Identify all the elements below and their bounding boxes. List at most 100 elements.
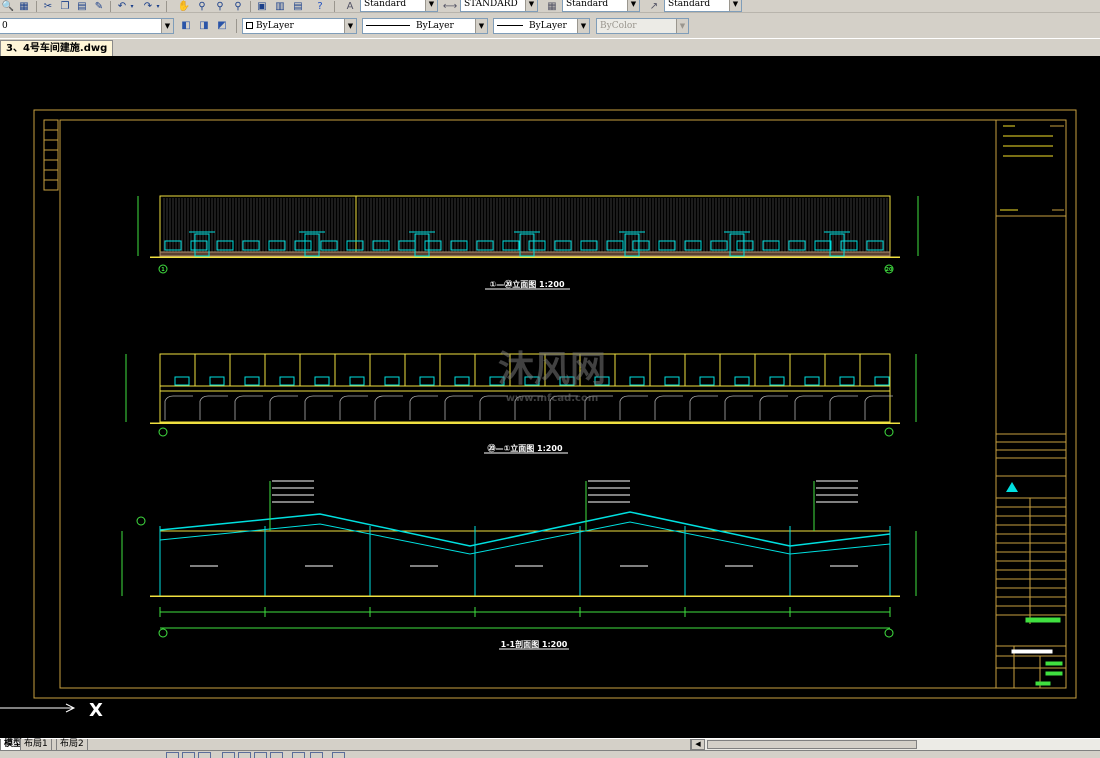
elevation-1-window (190, 240, 208, 251)
document-tab[interactable]: 3、4号车间建施.dwg (0, 40, 114, 57)
copy-icon[interactable]: ❐ (57, 0, 73, 12)
text-style-select[interactable]: Standard ▼ (360, 0, 438, 12)
otrack-toggle[interactable] (254, 752, 267, 758)
layers-properties-toolbar: 0 ▼ ◧ ◨ ◩ ByLayer ▼ ByLayer ▼ ByLayer ▼ … (0, 14, 1100, 38)
table-style-value: Standard (566, 0, 609, 9)
paste-icon[interactable]: ▤ (74, 0, 90, 12)
elevation-2-window (629, 376, 645, 386)
chevron-down-icon[interactable]: ▼ (577, 19, 589, 33)
elevation-2-window (209, 376, 225, 386)
pan-icon[interactable]: ✋ (176, 0, 192, 12)
elevation-2-window (419, 376, 435, 386)
chevron-down-icon[interactable]: ▼ (161, 19, 173, 33)
grid-toggle[interactable] (182, 752, 195, 758)
text-style-icon: A (346, 0, 354, 12)
help-icon[interactable]: ? (312, 0, 328, 12)
chevron-down-icon[interactable]: ▼ (344, 19, 356, 33)
color-select[interactable]: ByLayer ▼ (242, 18, 357, 34)
properties-icon[interactable]: ▣ (254, 0, 270, 12)
elevation-2-window (314, 376, 330, 386)
scroll-left-icon[interactable]: ◀ (691, 739, 705, 750)
dimension-style-icon: ⟷ (442, 0, 458, 12)
dimension-style-select[interactable]: STANDARD ▼ (460, 0, 538, 12)
multileader-style-select[interactable]: Standard ▼ (664, 0, 742, 12)
level-marker-icon (136, 516, 146, 526)
elevation-2-window (174, 376, 190, 386)
elevation-2-window (769, 376, 785, 386)
elevation-2-window (349, 376, 365, 386)
elevation-1-window (450, 240, 468, 251)
design-center-icon[interactable]: ▥ (272, 0, 288, 12)
elevation-2-door-frame (724, 395, 753, 420)
toolbar-separator (166, 1, 167, 12)
multileader-style-value: Standard (668, 0, 711, 9)
layer-states-icon[interactable]: ◩ (214, 19, 230, 31)
scroll-thumb[interactable] (707, 740, 917, 749)
axis-label-start: 1 (161, 267, 165, 273)
snap-toggle[interactable] (166, 752, 179, 758)
axis-bubble-start (884, 427, 894, 437)
elevation-1-window (684, 240, 702, 251)
layer-select[interactable]: 0 ▼ (0, 18, 174, 34)
chevron-down-icon[interactable]: ▼ (729, 0, 741, 11)
lwt-toggle[interactable] (310, 752, 323, 758)
elevation-2-door-frame (304, 395, 333, 420)
elevation-2-window (839, 376, 855, 386)
linetype-sample (366, 25, 410, 26)
toolbar-separator (236, 19, 237, 33)
elevation-2-door-frame (199, 395, 228, 420)
axis-bubble-start (158, 628, 168, 638)
zoom-icon[interactable]: 🔍 (0, 0, 16, 12)
make-object-layer-current-icon[interactable]: ◧ (178, 19, 194, 31)
drawing-canvas[interactable]: 1 20 ①—⑳立面图 1:200 ⑳—①立面图 1:200 沐风网 www.mfcad.… (0, 56, 1100, 738)
osnap-toggle[interactable] (238, 752, 251, 758)
status-bar (0, 750, 1100, 758)
ortho-toggle[interactable] (198, 752, 211, 758)
undo-dropdown-icon[interactable]: ▾ (128, 0, 136, 12)
zoom-previous-icon[interactable]: ⚲ (230, 0, 246, 12)
zoom-window-icon[interactable]: ⚲ (212, 0, 228, 12)
elevation-2-window (244, 376, 260, 386)
elevation-1-window (268, 240, 286, 251)
zoom-realtime-icon[interactable]: ⚲ (194, 0, 210, 12)
chevron-down-icon[interactable]: ▼ (475, 19, 487, 33)
elevation-1-window (424, 240, 442, 251)
axis-bubble-end (884, 628, 894, 638)
layer-value: 0 (2, 21, 8, 31)
chevron-down-icon[interactable]: ▼ (627, 0, 639, 11)
elevation-2-door-frame (654, 395, 683, 420)
qp-toggle[interactable] (332, 752, 345, 758)
color-swatch-icon (246, 22, 253, 29)
elevation-2-window (734, 376, 750, 386)
linetype-select[interactable]: ByLayer ▼ (362, 18, 488, 34)
dyn-toggle[interactable] (292, 752, 305, 758)
toolbar-separator (110, 1, 111, 12)
redo-dropdown-icon[interactable]: ▾ (154, 0, 162, 12)
elevation-2-window (279, 376, 295, 386)
axis-label-end: 20 (886, 267, 893, 273)
elevation-2-door-frame (759, 395, 788, 420)
title-block-green-bar (1035, 681, 1051, 686)
print-icon[interactable]: ▦ (16, 0, 32, 12)
elevation-1-window (346, 240, 364, 251)
layout-tab-bar: 模型 布局1 布局2 ◀ (0, 738, 1100, 751)
cut-icon[interactable]: ✂ (40, 0, 56, 12)
elevation-1-window (528, 240, 546, 251)
layer-previous-icon[interactable]: ◨ (196, 19, 212, 31)
elevation-2-door-frame (829, 395, 858, 420)
elevation-2-door-frame (864, 395, 893, 420)
polar-toggle[interactable] (222, 752, 235, 758)
match-properties-icon[interactable]: ✎ (91, 0, 107, 12)
elevation-2-door-frame (619, 395, 648, 420)
elevation-1-window (736, 240, 754, 251)
ducs-toggle[interactable] (270, 752, 283, 758)
toolbar-separator (334, 1, 335, 12)
chevron-down-icon[interactable]: ▼ (525, 0, 537, 11)
chevron-down-icon[interactable]: ▼ (425, 0, 437, 11)
tool-palettes-icon[interactable]: ▤ (290, 0, 306, 12)
table-style-select[interactable]: Standard ▼ (562, 0, 640, 12)
color-value: ByLayer (256, 21, 294, 31)
lineweight-select[interactable]: ByLayer ▼ (493, 18, 590, 34)
linetype-value: ByLayer (416, 21, 454, 31)
elevation-1-window (294, 240, 312, 251)
